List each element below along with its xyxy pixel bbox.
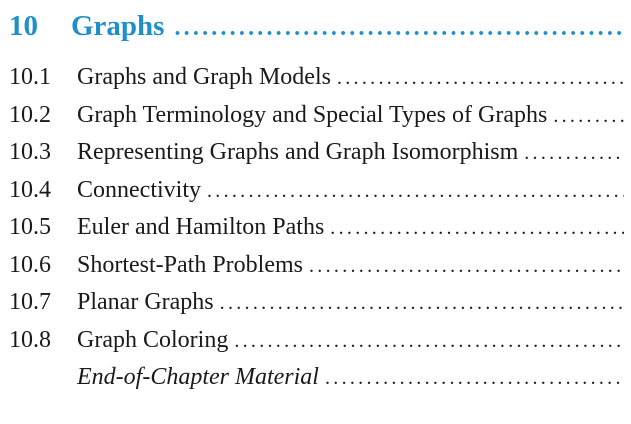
chapter-heading: 10 Graphs ..............................…: [9, 0, 624, 52]
section-title: Representing Graphs and Graph Isomorphis…: [77, 139, 519, 165]
dot-leader: ........................................…: [174, 15, 624, 41]
toc-entry[interactable]: 10.3 Representing Graphs and Graph Isomo…: [9, 139, 624, 177]
dot-leader: ........................................…: [524, 142, 624, 164]
toc-entry[interactable]: 10.4 Connectivity ......................…: [9, 177, 624, 215]
section-title: Graphs and Graph Models: [77, 64, 331, 90]
table-of-contents: 10 Graphs ..............................…: [9, 0, 624, 402]
dot-leader: ........................................…: [553, 104, 624, 127]
section-number: 10.2: [9, 101, 51, 128]
toc-entry[interactable]: 10.2 Graph Terminology and Special Types…: [9, 102, 624, 140]
section-number: 10.3: [9, 139, 51, 165]
toc-entry[interactable]: 10.7 Planar Graphs .....................…: [9, 289, 624, 327]
chapter-title: Graphs: [71, 10, 165, 42]
section-title: Shortest-Path Problems: [77, 251, 303, 278]
dot-leader: ........................................…: [336, 67, 624, 89]
section-title: Graph Terminology and Special Types of G…: [77, 101, 548, 128]
section-number: 10.8: [9, 326, 51, 353]
dot-leader: ........................................…: [206, 179, 624, 202]
section-number: 10.1: [9, 64, 51, 90]
section-title: Connectivity: [77, 176, 201, 203]
dot-leader: ........................................…: [330, 217, 624, 239]
section-number: 10.5: [9, 214, 51, 240]
section-title: Graph Coloring: [77, 326, 229, 353]
toc-entry[interactable]: End-of-Chapter Material ................…: [9, 364, 624, 402]
dot-leader: ........................................…: [309, 254, 624, 277]
dot-leader: ........................................…: [234, 329, 624, 352]
chapter-number: 10: [9, 10, 38, 42]
section-number: 10.6: [9, 251, 51, 278]
section-list: 10.1 Graphs and Graph Models ...........…: [9, 64, 624, 402]
toc-entry[interactable]: 10.6 Shortest-Path Problems ............…: [9, 252, 624, 290]
toc-entry[interactable]: 10.5 Euler and Hamilton Paths ..........…: [9, 214, 624, 252]
dot-leader: ........................................…: [324, 367, 624, 389]
dot-leader: ........................................…: [219, 292, 624, 314]
section-title: End-of-Chapter Material: [77, 364, 319, 390]
toc-entry[interactable]: 10.1 Graphs and Graph Models ...........…: [9, 64, 624, 102]
toc-entry[interactable]: 10.8 Graph Coloring ....................…: [9, 327, 624, 365]
section-number: 10.4: [9, 176, 51, 203]
section-title: Planar Graphs: [77, 289, 214, 315]
section-number: 10.7: [9, 289, 51, 315]
section-title: Euler and Hamilton Paths: [77, 214, 325, 240]
